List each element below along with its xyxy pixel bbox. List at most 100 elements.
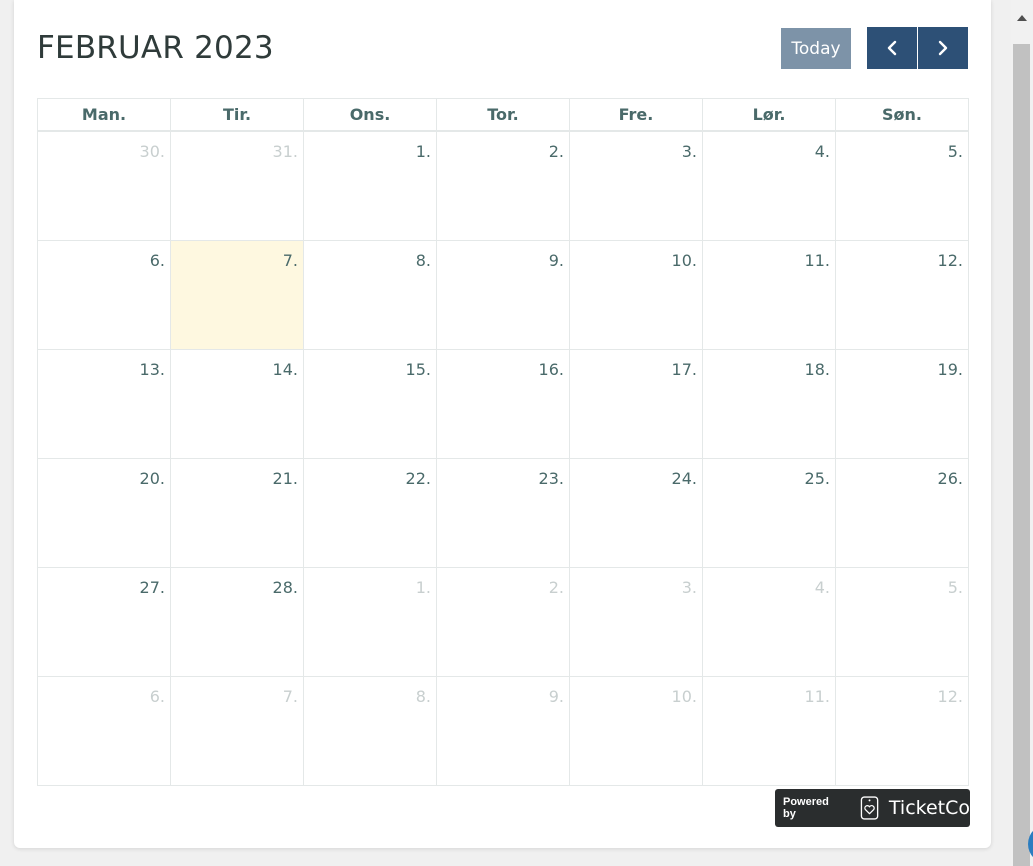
weekday-header: Søn. [835, 98, 969, 132]
day-number: 1. [415, 142, 431, 161]
weekday-header: Man. [37, 98, 171, 132]
day-cell[interactable]: 1. [303, 130, 437, 241]
day-cell[interactable]: 21. [170, 458, 304, 568]
scroll-up-button[interactable] [1011, 0, 1033, 36]
day-cell[interactable]: 11. [702, 676, 836, 786]
weekday-header: Tir. [170, 98, 304, 132]
day-cell[interactable]: 11. [702, 240, 836, 350]
day-number: 28. [272, 578, 298, 597]
day-number: 6. [149, 251, 165, 270]
day-number: 2. [548, 578, 564, 597]
day-number: 1. [415, 578, 431, 597]
day-number: 8. [415, 251, 431, 270]
day-number: 17. [671, 360, 697, 379]
day-number: 12. [937, 687, 963, 706]
week-row: 30. 31. 1. 2. 3. 4. 5. [37, 130, 969, 241]
weekday-header: Tor. [436, 98, 570, 132]
day-cell[interactable]: 6. [37, 676, 171, 786]
day-cell[interactable]: 23. [436, 458, 570, 568]
prev-month-button[interactable] [867, 27, 917, 69]
day-cell[interactable]: 8. [303, 676, 437, 786]
day-cell[interactable]: 10. [569, 240, 703, 350]
caret-up-icon [1017, 15, 1027, 21]
day-cell[interactable]: 20. [37, 458, 171, 568]
day-cell[interactable]: 14. [170, 349, 304, 459]
day-cell[interactable]: 24. [569, 458, 703, 568]
day-cell[interactable]: 26. [835, 458, 969, 568]
day-number: 7. [282, 251, 298, 270]
scroll-thumb[interactable] [1013, 44, 1030, 866]
day-cell[interactable]: 8. [303, 240, 437, 350]
day-cell[interactable]: 4. [702, 567, 836, 677]
day-number: 11. [804, 687, 830, 706]
day-cell[interactable]: 2. [436, 567, 570, 677]
day-cell[interactable]: 9. [436, 240, 570, 350]
day-number: 4. [814, 142, 830, 161]
day-number: 27. [139, 578, 165, 597]
day-cell[interactable]: 12. [835, 676, 969, 786]
day-cell[interactable]: 4. [702, 130, 836, 241]
day-number: 15. [405, 360, 431, 379]
month-title: FEBRUAR 2023 [37, 30, 274, 66]
day-cell[interactable]: 17. [569, 349, 703, 459]
day-cell[interactable]: 28. [170, 567, 304, 677]
week-row: 6. 7. 8. 9. 10. 11. 12. [37, 240, 969, 350]
day-cell[interactable]: 5. [835, 567, 969, 677]
powered-by-badge[interactable]: Powered by TicketCo [775, 789, 970, 827]
day-cell[interactable]: 1. [303, 567, 437, 677]
day-cell[interactable]: 2. [436, 130, 570, 241]
day-number: 5. [947, 142, 963, 161]
day-cell[interactable]: 27. [37, 567, 171, 677]
day-number: 26. [937, 469, 963, 488]
weekday-header-row: Man. Tir. Ons. Tor. Fre. Lør. Søn. [37, 98, 969, 132]
day-number: 8. [415, 687, 431, 706]
week-row: 6. 7. 8. 9. 10. 11. 12. [37, 676, 969, 786]
day-number: 21. [272, 469, 298, 488]
day-number: 4. [814, 578, 830, 597]
month-navigation [867, 27, 968, 69]
weekday-header: Fre. [569, 98, 703, 132]
calendar-card: FEBRUAR 2023 Today Man. Tir. Ons. Tor. F… [14, 0, 991, 848]
day-cell[interactable]: 22. [303, 458, 437, 568]
day-cell[interactable]: 18. [702, 349, 836, 459]
day-number: 25. [804, 469, 830, 488]
day-cell[interactable]: 25. [702, 458, 836, 568]
day-number: 20. [139, 469, 165, 488]
chevron-right-icon [938, 40, 948, 56]
day-cell[interactable]: 15. [303, 349, 437, 459]
calendar-table: Man. Tir. Ons. Tor. Fre. Lør. Søn. 30. 31… [37, 98, 969, 786]
day-number: 16. [538, 360, 564, 379]
day-cell[interactable]: 10. [569, 676, 703, 786]
day-cell[interactable]: 12. [835, 240, 969, 350]
day-cell[interactable]: 9. [436, 676, 570, 786]
weekday-header: Lør. [702, 98, 836, 132]
week-row: 20. 21. 22. 23. 24. 25. 26. [37, 458, 969, 568]
day-cell[interactable]: 16. [436, 349, 570, 459]
day-cell[interactable]: 7. [170, 676, 304, 786]
month-grid: Man. Tir. Ons. Tor. Fre. Lør. Søn. 30. 31… [37, 98, 969, 788]
day-number: 23. [538, 469, 564, 488]
day-number: 10. [671, 687, 697, 706]
day-number: 3. [681, 578, 697, 597]
day-cell-today[interactable]: 7. [170, 240, 304, 350]
day-cell[interactable]: 19. [835, 349, 969, 459]
day-number: 19. [937, 360, 963, 379]
ticketco-logo-icon [860, 796, 879, 820]
day-cell[interactable]: 3. [569, 130, 703, 241]
day-number: 9. [548, 251, 564, 270]
day-number: 11. [804, 251, 830, 270]
day-cell[interactable]: 13. [37, 349, 171, 459]
today-button[interactable]: Today [781, 28, 851, 69]
page-scrollbar[interactable] [1011, 0, 1033, 866]
chevron-left-icon [887, 40, 897, 56]
day-cell[interactable]: 6. [37, 240, 171, 350]
weekday-header: Ons. [303, 98, 437, 132]
day-number: 13. [139, 360, 165, 379]
day-cell[interactable]: 5. [835, 130, 969, 241]
day-cell[interactable]: 30. [37, 130, 171, 241]
day-number: 24. [671, 469, 697, 488]
day-cell[interactable]: 3. [569, 567, 703, 677]
next-month-button[interactable] [918, 27, 968, 69]
day-cell[interactable]: 31. [170, 130, 304, 241]
day-number: 12. [937, 251, 963, 270]
